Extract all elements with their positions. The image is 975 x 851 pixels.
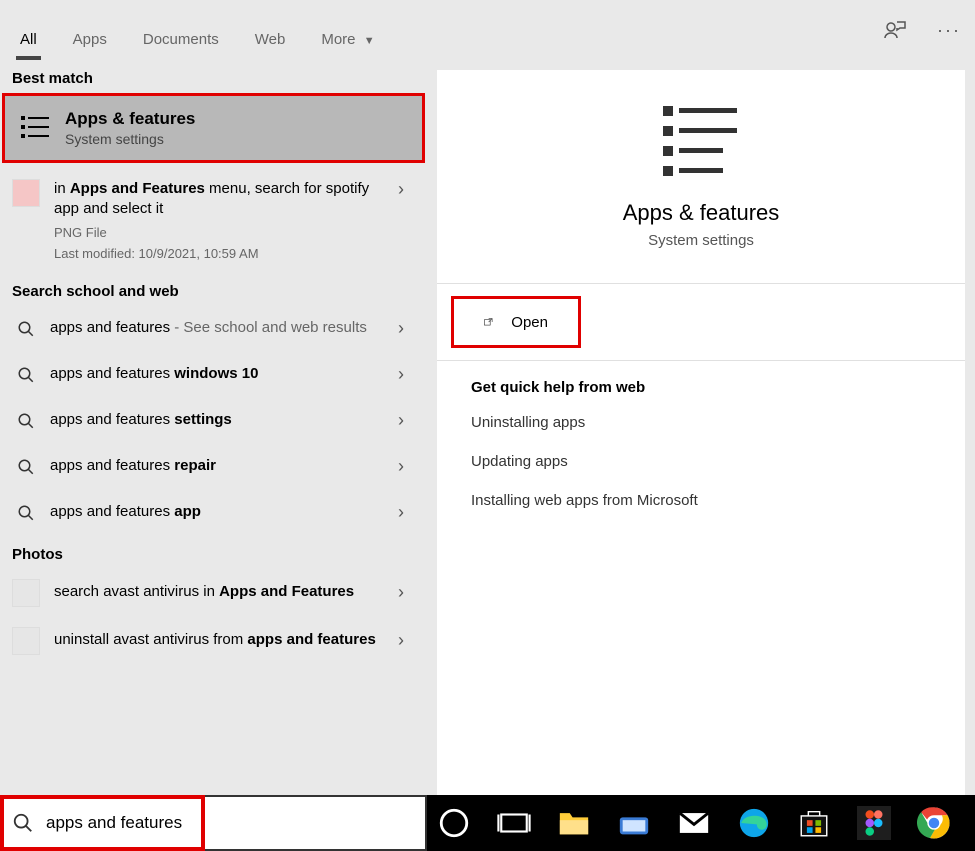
divider bbox=[437, 283, 965, 284]
taskbar bbox=[427, 795, 975, 851]
edge-icon[interactable] bbox=[737, 806, 771, 840]
tab-all[interactable]: All bbox=[4, 15, 53, 60]
chevron-right-icon[interactable]: › bbox=[389, 318, 413, 339]
bottom-bar bbox=[0, 795, 975, 851]
chevron-right-icon[interactable]: › bbox=[389, 502, 413, 523]
section-photos: Photos bbox=[0, 536, 427, 569]
file-explorer-icon[interactable] bbox=[557, 806, 591, 840]
tab-web[interactable]: Web bbox=[239, 15, 302, 60]
preview-subtitle: System settings bbox=[648, 232, 754, 249]
photo-result-pre: search avast antivirus in bbox=[54, 583, 219, 600]
more-options-icon[interactable]: ··· bbox=[937, 18, 961, 42]
chevron-right-icon[interactable]: › bbox=[389, 456, 413, 477]
web-result-bold: repair bbox=[174, 457, 216, 474]
figma-icon[interactable] bbox=[857, 806, 891, 840]
photo-result-bold: Apps and Features bbox=[219, 583, 354, 600]
photo-result-1[interactable]: uninstall avast antivirus from apps and … bbox=[0, 617, 427, 665]
chevron-right-icon[interactable]: › bbox=[389, 582, 413, 603]
open-label: Open bbox=[511, 314, 548, 331]
section-best-match: Best match bbox=[0, 60, 427, 93]
open-icon bbox=[484, 313, 493, 331]
chevron-right-icon[interactable]: › bbox=[389, 630, 413, 651]
file-result-modified: Last modified: 10/9/2021, 10:59 AM bbox=[54, 245, 389, 263]
file-result-bold: Apps and Features bbox=[70, 180, 205, 197]
chrome-icon[interactable] bbox=[917, 806, 951, 840]
file-thumbnail-icon bbox=[12, 179, 40, 207]
photo-thumbnail-icon bbox=[12, 627, 40, 655]
keyboard-icon[interactable] bbox=[617, 806, 651, 840]
cortana-icon[interactable] bbox=[437, 806, 471, 840]
photo-result-0[interactable]: search avast antivirus in Apps and Featu… bbox=[0, 569, 427, 617]
open-button[interactable]: Open bbox=[451, 296, 581, 348]
web-result-1[interactable]: apps and features windows 10 › bbox=[0, 352, 427, 398]
apps-features-icon bbox=[19, 112, 51, 144]
web-result-bold: app bbox=[174, 503, 201, 520]
web-result-text: apps and features bbox=[50, 319, 170, 336]
help-header: Get quick help from web bbox=[471, 379, 931, 396]
tab-more[interactable]: More ▼ bbox=[305, 15, 390, 60]
web-result-2[interactable]: apps and features settings › bbox=[0, 398, 427, 444]
best-match-title: Apps & features bbox=[65, 109, 195, 129]
web-result-0[interactable]: apps and features - See school and web r… bbox=[0, 306, 427, 352]
file-result-pre: in bbox=[54, 180, 70, 197]
section-school-web: Search school and web bbox=[0, 273, 427, 306]
help-link-updating[interactable]: Updating apps bbox=[471, 453, 931, 470]
tab-apps[interactable]: Apps bbox=[57, 15, 123, 60]
preview-title: Apps & features bbox=[623, 200, 780, 226]
search-icon bbox=[12, 320, 40, 338]
web-result-4[interactable]: apps and features app › bbox=[0, 490, 427, 536]
web-result-bold: settings bbox=[174, 411, 232, 428]
photo-result-bold: apps and features bbox=[247, 631, 375, 648]
search-icon bbox=[12, 812, 34, 834]
photo-thumbnail-icon bbox=[12, 579, 40, 607]
preview-pane: Apps & features System settings Open Get… bbox=[437, 70, 965, 795]
mail-icon[interactable] bbox=[677, 806, 711, 840]
best-match-subtitle: System settings bbox=[65, 131, 195, 147]
chevron-down-icon: ▼ bbox=[364, 35, 375, 47]
web-result-text: apps and features bbox=[50, 411, 174, 428]
file-result-type: PNG File bbox=[54, 224, 389, 242]
results-list: Best match Apps & features System settin… bbox=[0, 60, 427, 795]
web-result-text: apps and features bbox=[50, 457, 174, 474]
web-result-text: apps and features bbox=[50, 365, 174, 382]
best-match-result[interactable]: Apps & features System settings bbox=[2, 93, 425, 163]
file-result[interactable]: in Apps and Features menu, search for sp… bbox=[0, 163, 427, 273]
tab-documents[interactable]: Documents bbox=[127, 15, 235, 60]
help-link-installing[interactable]: Installing web apps from Microsoft bbox=[471, 492, 931, 509]
chevron-right-icon[interactable]: › bbox=[389, 364, 413, 385]
feedback-icon[interactable] bbox=[883, 18, 907, 42]
search-filter-tabs: All Apps Documents Web More ▼ ··· bbox=[0, 0, 975, 60]
search-icon bbox=[12, 412, 40, 430]
search-box[interactable] bbox=[0, 795, 427, 851]
apps-features-large-icon bbox=[659, 100, 744, 178]
web-result-text: apps and features bbox=[50, 503, 174, 520]
chevron-right-icon[interactable]: › bbox=[389, 410, 413, 431]
search-input[interactable] bbox=[46, 813, 415, 833]
search-icon bbox=[12, 458, 40, 476]
store-icon[interactable] bbox=[797, 806, 831, 840]
search-icon bbox=[12, 504, 40, 522]
chevron-right-icon[interactable]: › bbox=[389, 179, 413, 200]
web-result-3[interactable]: apps and features repair › bbox=[0, 444, 427, 490]
web-result-bold: windows 10 bbox=[174, 365, 258, 382]
task-view-icon[interactable] bbox=[497, 806, 531, 840]
help-link-uninstalling[interactable]: Uninstalling apps bbox=[471, 414, 931, 431]
tab-more-label: More bbox=[321, 31, 355, 48]
web-result-suffix: - See school and web results bbox=[170, 319, 367, 336]
photo-result-pre: uninstall avast antivirus from bbox=[54, 631, 247, 648]
search-icon bbox=[12, 366, 40, 384]
